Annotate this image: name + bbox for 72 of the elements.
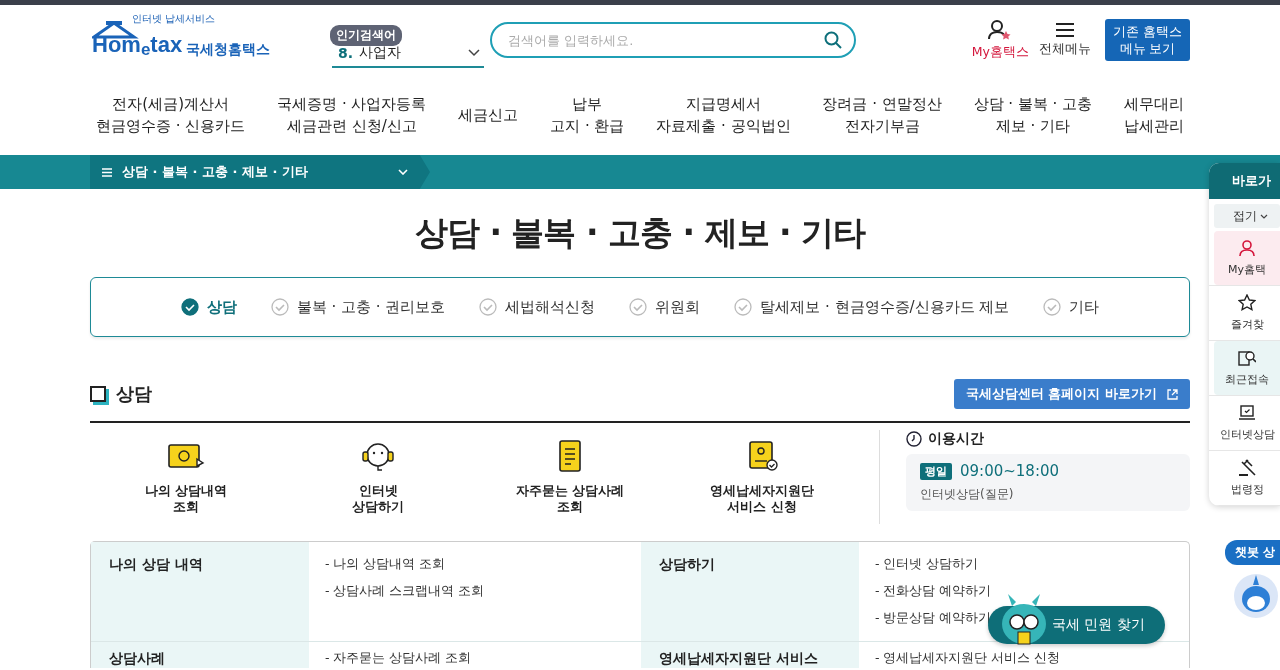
nav-menu-item[interactable]: 장려금 · 연말정산 전자기부금 [816, 93, 948, 137]
collapse-button[interactable]: 접기 [1214, 204, 1280, 228]
tab[interactable]: 위원회 [629, 297, 701, 317]
quick-menu-item[interactable]: 법령정 [1214, 451, 1280, 505]
nav-menu-item[interactable]: 전자(세금)계산서 현금영수증 · 신용카드 [90, 93, 252, 137]
document-search-icon [1238, 349, 1256, 367]
table-link[interactable]: - 자주묻는 상담사례 조회 [325, 650, 472, 667]
nav-menu-item[interactable]: 국세증명 · 사업자등록 세금관련 신청/신고 [271, 93, 433, 137]
service-link[interactable]: 자주묻는 상담사례 조회 [474, 439, 666, 515]
logo-title[interactable]: 국세청홈택스 [186, 40, 271, 59]
legacy-menu-button[interactable]: 기존 홈택스 메뉴 보기 [1105, 19, 1190, 61]
service-link[interactable]: 영세납세자지원단 서비스 신청 [666, 439, 858, 515]
check-circle-outline-icon [479, 298, 498, 316]
hours-title: 이용시간 [928, 430, 984, 448]
popular-search-label: 인기검색어 [330, 24, 402, 46]
quick-menu-title: 바로가 [1209, 163, 1280, 199]
check-circle-outline-icon [1043, 298, 1062, 316]
check-circle-outline-icon [270, 298, 289, 316]
table-heading: 나의 상담 내역 [91, 542, 309, 641]
chatbot-button[interactable]: 챗봇 상 [1225, 540, 1280, 565]
tab[interactable]: 불복 · 고충 · 권리보호 [270, 297, 446, 317]
service-link[interactable]: 나의 상담내역 조회 [90, 439, 282, 515]
table-heading: 상담하기 [641, 542, 859, 641]
nav-menu-item[interactable]: 지급명세서 자료제출 · 공익법인 [650, 93, 797, 137]
page-title: 상담 · 불복 · 고충 · 제보 · 기타 [413, 213, 867, 253]
my-hometax-button[interactable]: My홈택스 [971, 19, 1029, 61]
quick-menu-item[interactable]: My홈택 [1214, 231, 1280, 285]
tab[interactable]: 탈세제보 · 현금영수증/신용카드 제보 [734, 297, 1010, 317]
clock-icon [906, 431, 922, 447]
nav-menu-item[interactable]: 세금신고 [452, 104, 525, 126]
tab[interactable]: 세법해석신청 [479, 297, 596, 317]
menu-icon [1055, 22, 1075, 38]
table-link[interactable]: - 전화상담 예약하기 [875, 583, 992, 600]
chevron-icon [468, 49, 480, 57]
user-icon [1238, 239, 1256, 257]
chevron-icon [1259, 213, 1268, 219]
nav-menu-item[interactable]: 세무대리 납세관리 [1117, 93, 1190, 137]
table-heading: 영세납세자지원단 서비스 [641, 641, 859, 668]
table-heading: 상담사례 [91, 641, 309, 668]
logo-wordmark[interactable]: Hom$_{e}$tax [92, 34, 183, 60]
hours-note: 인터넷상담(질문) [920, 486, 1015, 503]
service-link[interactable]: 인터넷 상담하기 [282, 439, 474, 515]
nav-menu-item[interactable]: 납부 고지 · 환급 [544, 93, 631, 137]
logo-caption: 인터넷 납세서비스 [132, 11, 216, 26]
nav-menu-item[interactable]: 상담 · 불복 · 고충 제보 · 기타 [967, 93, 1099, 137]
check-circle-outline-icon [629, 298, 648, 316]
chevron-icon [398, 169, 408, 175]
chatbot-mascot-drawing [1233, 573, 1279, 619]
search-icon[interactable] [824, 31, 842, 49]
check-circle-icon [180, 298, 199, 316]
consult-center-link-button[interactable]: 국세상담센터 홈페이지 바로가기 [953, 379, 1190, 409]
section-title: 상담 [116, 382, 152, 406]
external-link-icon [1167, 388, 1178, 400]
table-link[interactable]: - 인터넷 상담하기 [875, 556, 979, 573]
menu-icon [102, 167, 112, 177]
breadcrumb-menu[interactable]: 상담 · 불복 · 고충 · 제보 · 기타 [90, 155, 430, 189]
tab[interactable]: 기타 [1043, 297, 1100, 317]
star-icon [1238, 294, 1256, 312]
tab[interactable]: 상담 [180, 297, 237, 317]
table-link[interactable]: - 나의 상담내역 조회 [325, 556, 446, 573]
all-menu-button[interactable]: 전체메뉴 [1039, 22, 1091, 58]
hours-time: 09:00~18:00 [960, 462, 1060, 480]
quick-menu-item[interactable]: 최근접속 [1214, 341, 1280, 395]
check-circle-outline-icon [734, 298, 753, 316]
square-icon [90, 386, 106, 402]
user-icon [988, 19, 1013, 41]
table-link[interactable]: - 영세납세자지원단 서비스 신청 [875, 650, 1061, 667]
table-link[interactable]: - 상담사례 스크랩내역 조회 [325, 583, 485, 600]
laptop-icon [1238, 404, 1256, 422]
gavel-icon [1238, 459, 1256, 477]
weekday-badge: 평일 [920, 462, 952, 480]
search-field[interactable]: 검색어를 입력하세요. [490, 22, 856, 58]
